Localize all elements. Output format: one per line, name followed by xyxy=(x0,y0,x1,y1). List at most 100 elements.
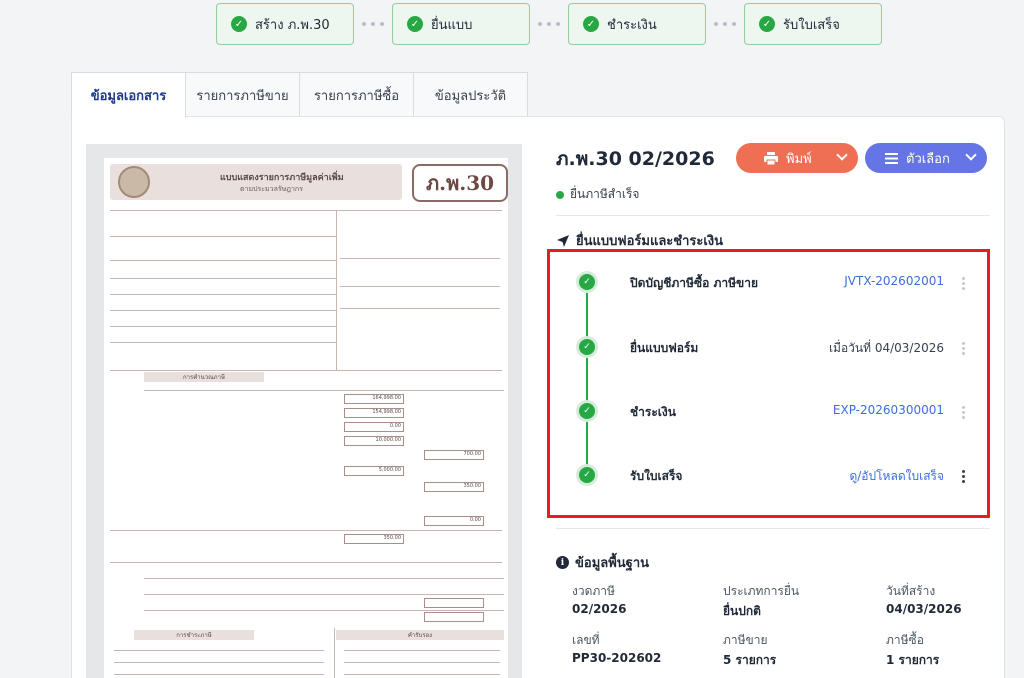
tax-period-value: 02/2026 xyxy=(572,602,627,616)
options-button[interactable]: ตัวเลือก xyxy=(865,143,987,173)
form-rule xyxy=(144,594,504,595)
kebab-menu-icon[interactable] xyxy=(962,406,966,421)
check-icon: ✓ xyxy=(579,467,595,483)
form-rule xyxy=(144,578,504,579)
kebab-menu-icon[interactable] xyxy=(962,277,966,292)
form-rule xyxy=(336,210,337,370)
divider xyxy=(556,528,990,529)
step-submit[interactable]: ✓ ยื่นแบบ xyxy=(392,3,530,45)
form-header: แบบแสดงรายการภาษีมูลค่าเพิ่ม ตามประมวลรั… xyxy=(110,164,402,200)
options-label: ตัวเลือก xyxy=(906,151,950,167)
form-subtitle: ตามประมวลรัษฎากร xyxy=(240,185,303,193)
status-text: ยื่นภาษีสำเร็จ xyxy=(570,187,640,201)
form-code: ภ.พ.30 xyxy=(412,164,508,202)
form-rule xyxy=(110,342,336,343)
step-label: สร้าง ภ.พ.30 xyxy=(255,17,330,33)
form-rule xyxy=(144,390,504,391)
field-label: ประเภทการยื่น xyxy=(723,584,800,598)
chevron-down-icon[interactable] xyxy=(836,149,848,161)
submission-date: เมื่อวันที่ 04/03/2026 xyxy=(828,341,944,355)
status-badge: ยื่นภาษีสำเร็จ xyxy=(556,185,639,204)
paper-plane-icon xyxy=(557,234,569,247)
form-rule xyxy=(110,260,336,261)
timeline-connector xyxy=(586,282,588,474)
form-rule xyxy=(114,674,324,675)
form-title: แบบแสดงรายการภาษีมูลค่าเพิ่ม xyxy=(220,173,344,183)
tab-history[interactable]: ข้อมูลประวัติ xyxy=(413,72,528,117)
form-rule xyxy=(110,530,502,531)
receipt-upload-link[interactable]: ดู/อัปโหลดใบเสร็จ xyxy=(849,467,944,486)
form-rule xyxy=(114,650,324,651)
step-pay[interactable]: ✓ ชำระเงิน xyxy=(568,3,706,45)
tab-bar: ข้อมูลเอกสาร รายการภาษีขาย รายการภาษีซื้… xyxy=(71,72,528,118)
kebab-menu-icon[interactable] xyxy=(962,342,966,357)
check-icon: ✓ xyxy=(579,339,595,355)
timeline-item-label: ชำระเงิน xyxy=(630,405,676,419)
form-value: 0.00 xyxy=(344,422,404,432)
form-rule xyxy=(110,236,336,237)
check-icon: ✓ xyxy=(231,16,247,32)
tab-document-info[interactable]: ข้อมูลเอกสาร xyxy=(71,72,186,118)
form-value: 5,000.00 xyxy=(344,466,404,476)
tab-purchase-tax[interactable]: รายการภาษีซื้อ xyxy=(299,72,414,117)
form-value: 350.00 xyxy=(424,482,484,492)
kebab-menu-icon[interactable] xyxy=(962,470,966,485)
document-preview[interactable]: แบบแสดงรายการภาษีมูลค่าเพิ่ม ตามประมวลรั… xyxy=(86,144,522,678)
progress-stepper: ✓ สร้าง ภ.พ.30 ✓ ยื่นแบบ ✓ ชำระเงิน ✓ รับใบเ… xyxy=(216,3,882,45)
tab-sales-tax[interactable]: รายการภาษีขาย xyxy=(185,72,300,117)
form-rule xyxy=(144,610,504,611)
form-rule xyxy=(340,258,500,259)
step-receipt[interactable]: ✓ รับใบเสร็จ xyxy=(744,3,882,45)
status-dot-icon xyxy=(556,190,564,199)
step-connector xyxy=(706,22,744,26)
step-label: ชำระเงิน xyxy=(607,17,657,33)
print-button[interactable]: พิมพ์ xyxy=(736,143,858,173)
field-label: วันที่สร้าง xyxy=(886,584,936,598)
step-label: รับใบเสร็จ xyxy=(783,17,840,33)
form-value: 350.00 xyxy=(344,534,404,544)
form-page: แบบแสดงรายการภาษีมูลค่าเพิ่ม ตามประมวลรั… xyxy=(104,158,508,678)
timeline-item-label: ปิดบัญชีภาษีซื้อ ภาษีขาย xyxy=(630,276,759,290)
form-rule xyxy=(340,286,500,287)
form-rule xyxy=(334,628,335,678)
form-rule xyxy=(110,210,502,211)
print-label: พิมพ์ xyxy=(786,151,812,167)
section-band: การชำระภาษี xyxy=(134,630,254,640)
field-label: เลขที่ xyxy=(572,633,600,647)
check-icon: ✓ xyxy=(579,274,595,290)
form-rule xyxy=(114,662,324,663)
form-rule xyxy=(110,310,336,311)
expense-link[interactable]: EXP-20260300001 xyxy=(833,403,944,417)
form-rule xyxy=(110,278,336,279)
form-rule xyxy=(340,308,500,309)
form-value-blank xyxy=(424,612,484,622)
chevron-down-icon[interactable] xyxy=(965,149,977,161)
timeline-item-label: รับใบเสร็จ xyxy=(630,469,683,483)
menu-icon xyxy=(885,152,898,164)
divider xyxy=(556,215,990,216)
purchase-tax-count-value: 1 รายการ xyxy=(886,653,940,667)
form-value: 154,998.00 xyxy=(344,408,404,418)
step-connector xyxy=(354,22,392,26)
section-title-text: ยื่นแบบฟอร์มและชำระเงิน xyxy=(576,234,724,249)
check-icon: ✓ xyxy=(759,16,775,32)
check-icon: ✓ xyxy=(583,16,599,32)
submission-section-title: ยื่นแบบฟอร์มและชำระเงิน xyxy=(556,230,723,251)
form-rule xyxy=(344,650,500,651)
form-rule xyxy=(110,294,336,295)
step-connector xyxy=(530,22,568,26)
basic-info-title-text: ข้อมูลพื้นฐาน xyxy=(575,556,650,571)
journal-voucher-link[interactable]: JVTX-202602001 xyxy=(844,274,944,288)
step-label: ยื่นแบบ xyxy=(431,17,473,33)
section-band: คำรับรอง xyxy=(336,630,504,640)
form-rule xyxy=(110,562,502,563)
government-seal-icon xyxy=(118,166,150,198)
section-band: การคำนวณภาษี xyxy=(144,372,264,382)
field-label: ภาษีขาย xyxy=(723,633,768,647)
field-label: งวดภาษี xyxy=(572,584,615,598)
info-icon: i xyxy=(556,556,569,569)
step-create[interactable]: ✓ สร้าง ภ.พ.30 xyxy=(216,3,354,45)
form-rule xyxy=(110,370,502,371)
form-rule xyxy=(344,662,500,663)
field-label: ภาษีซื้อ xyxy=(886,633,924,647)
